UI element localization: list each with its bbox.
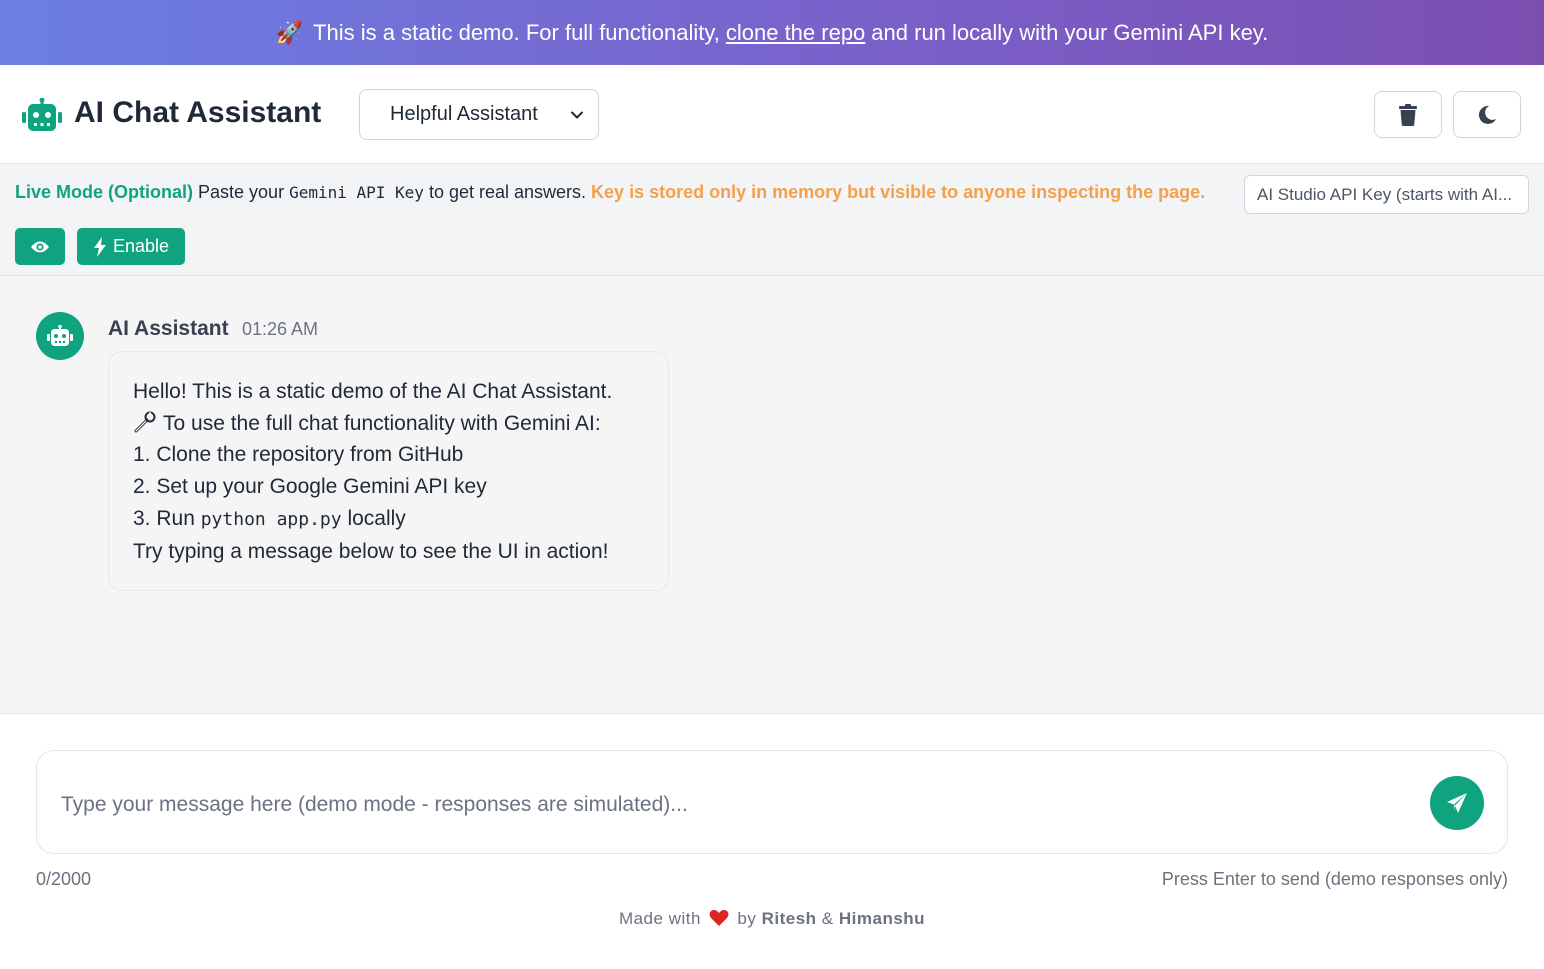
enable-label: Enable	[112, 236, 170, 256]
robot-icon	[22, 98, 62, 131]
wrench-icon	[134, 411, 156, 433]
send-button[interactable]	[1430, 776, 1484, 830]
live-mode-text-1: Paste your	[198, 182, 285, 202]
live-mode-code: Gemini API Key	[289, 183, 424, 202]
footer-made-with: Made with	[618, 909, 701, 928]
footer-amp: &	[821, 909, 834, 928]
app-title: AI Chat Assistant	[74, 96, 322, 129]
chevron-down-icon	[571, 111, 583, 119]
toggle-key-visibility-button[interactable]	[15, 228, 65, 265]
clear-chat-button[interactable]	[1374, 91, 1442, 138]
live-mode-panel: Live Mode (Optional) Paste your Gemini A…	[0, 164, 1544, 276]
api-key-input[interactable]	[1244, 175, 1529, 214]
footer-author-1: Ritesh	[761, 909, 817, 928]
theme-toggle-button[interactable]	[1453, 91, 1521, 138]
eye-icon	[31, 241, 49, 252]
enable-live-mode-button[interactable]: Enable	[77, 228, 185, 265]
message-line: Hello! This is a static demo of the AI C…	[133, 380, 613, 403]
key-warning: Key is stored only in memory but visible…	[591, 182, 1206, 202]
message-bubble: Hello! This is a static demo of the AI C…	[108, 351, 669, 591]
banner-text-before: This is a static demo. For full function…	[313, 19, 720, 45]
live-mode-label: Live Mode (Optional)	[15, 182, 193, 202]
app-header: AI Chat Assistant Helpful Assistant	[0, 65, 1544, 164]
message-line: 3. Run python app.py locally	[133, 503, 644, 536]
live-mode-text-2: to get real answers.	[428, 182, 587, 202]
message-composer	[36, 750, 1508, 854]
persona-selected-value: Helpful Assistant	[390, 103, 538, 125]
message-input[interactable]	[61, 793, 1421, 827]
send-hint: Press Enter to send (demo responses only…	[1161, 869, 1508, 889]
chat-messages: AI Assistant 01:26 AM Hello! This is a s…	[0, 276, 1544, 714]
robot-icon	[47, 325, 73, 346]
paper-plane-icon	[1447, 793, 1467, 813]
message-line: 1. Clone the repository from GitHub	[133, 443, 464, 467]
live-mode-description: Live Mode (Optional) Paste your Gemini A…	[15, 182, 1205, 203]
moon-icon	[1478, 105, 1496, 124]
demo-banner: 🚀 This is a static demo. For full functi…	[0, 0, 1544, 65]
message-line: To use the full chat functionality with …	[133, 408, 644, 440]
clone-repo-link[interactable]: clone the repo	[726, 20, 865, 46]
assistant-avatar	[36, 312, 84, 360]
rocket-icon: 🚀	[275, 19, 304, 45]
bolt-icon	[93, 236, 106, 257]
message-line-text: To use the full chat functionality with …	[163, 411, 601, 435]
persona-select[interactable]: Helpful Assistant	[359, 89, 599, 140]
trash-icon	[1399, 103, 1417, 126]
message-line: Try typing a message below to see the UI…	[133, 539, 609, 563]
message-code: python app.py	[200, 508, 342, 530]
footer-author-2: Himanshu	[838, 909, 926, 928]
footer-by: by	[737, 909, 757, 928]
message-line: 2. Set up your Google Gemini API key	[133, 475, 487, 499]
message-time: 01:26 AM	[242, 319, 319, 339]
banner-text-after: and run locally with your Gemini API key…	[871, 19, 1269, 45]
message-line-text: locally	[347, 506, 406, 530]
heart-icon	[709, 909, 729, 926]
message-sender: AI Assistant	[108, 317, 229, 340]
message-line-text: 3. Run	[133, 506, 195, 530]
footer: Made with by Ritesh & Himanshu	[0, 909, 1544, 929]
char-counter: 0/2000	[36, 869, 92, 889]
